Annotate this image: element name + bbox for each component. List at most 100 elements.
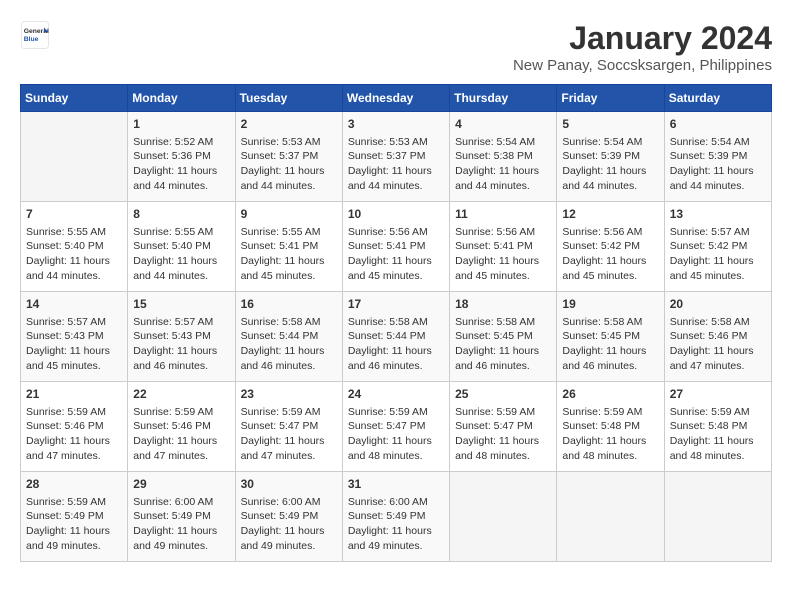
day-number: 23 — [241, 386, 337, 403]
sunset-label: Sunset: 5:36 PM — [133, 150, 211, 162]
title-block: January 2024 New Panay, Soccsksargen, Ph… — [513, 20, 772, 74]
daylight-label: Daylight: 11 hours and 49 minutes. — [241, 525, 325, 552]
calendar-cell: 3 Sunrise: 5:53 AM Sunset: 5:37 PM Dayli… — [342, 112, 449, 202]
calendar-cell: 22 Sunrise: 5:59 AM Sunset: 5:46 PM Dayl… — [128, 382, 235, 472]
sunset-label: Sunset: 5:40 PM — [133, 240, 211, 252]
daylight-label: Daylight: 11 hours and 47 minutes. — [241, 435, 325, 462]
daylight-label: Daylight: 11 hours and 44 minutes. — [26, 255, 110, 282]
sunrise-label: Sunrise: 5:55 AM — [133, 226, 213, 238]
sunrise-label: Sunrise: 5:57 AM — [26, 316, 106, 328]
calendar-cell: 16 Sunrise: 5:58 AM Sunset: 5:44 PM Dayl… — [235, 292, 342, 382]
day-number: 20 — [670, 296, 766, 313]
daylight-label: Daylight: 11 hours and 48 minutes. — [670, 435, 754, 462]
calendar-cell: 30 Sunrise: 6:00 AM Sunset: 5:49 PM Dayl… — [235, 472, 342, 562]
daylight-label: Daylight: 11 hours and 46 minutes. — [241, 345, 325, 372]
daylight-label: Daylight: 11 hours and 44 minutes. — [348, 165, 432, 192]
sunrise-label: Sunrise: 5:59 AM — [670, 406, 750, 418]
daylight-label: Daylight: 11 hours and 44 minutes. — [562, 165, 646, 192]
sunset-label: Sunset: 5:43 PM — [133, 330, 211, 342]
day-number: 3 — [348, 116, 444, 133]
weekday-header: Wednesday — [342, 85, 449, 112]
sunset-label: Sunset: 5:45 PM — [455, 330, 533, 342]
day-number: 11 — [455, 206, 551, 223]
daylight-label: Daylight: 11 hours and 44 minutes. — [133, 255, 217, 282]
calendar-week-row: 14 Sunrise: 5:57 AM Sunset: 5:43 PM Dayl… — [21, 292, 772, 382]
sunrise-label: Sunrise: 5:56 AM — [455, 226, 535, 238]
day-number: 21 — [26, 386, 122, 403]
calendar-cell — [557, 472, 664, 562]
day-number: 17 — [348, 296, 444, 313]
calendar-cell: 8 Sunrise: 5:55 AM Sunset: 5:40 PM Dayli… — [128, 202, 235, 292]
sunset-label: Sunset: 5:47 PM — [348, 420, 426, 432]
day-number: 22 — [133, 386, 229, 403]
daylight-label: Daylight: 11 hours and 44 minutes. — [670, 165, 754, 192]
sunrise-label: Sunrise: 5:53 AM — [241, 136, 321, 148]
calendar-cell: 11 Sunrise: 5:56 AM Sunset: 5:41 PM Dayl… — [450, 202, 557, 292]
sunset-label: Sunset: 5:42 PM — [670, 240, 748, 252]
calendar-cell: 2 Sunrise: 5:53 AM Sunset: 5:37 PM Dayli… — [235, 112, 342, 202]
calendar-cell: 29 Sunrise: 6:00 AM Sunset: 5:49 PM Dayl… — [128, 472, 235, 562]
day-number: 6 — [670, 116, 766, 133]
sunrise-label: Sunrise: 5:59 AM — [26, 406, 106, 418]
calendar-cell: 31 Sunrise: 6:00 AM Sunset: 5:49 PM Dayl… — [342, 472, 449, 562]
sunset-label: Sunset: 5:41 PM — [455, 240, 533, 252]
sunrise-label: Sunrise: 5:55 AM — [26, 226, 106, 238]
sunrise-label: Sunrise: 5:59 AM — [455, 406, 535, 418]
sunrise-label: Sunrise: 6:00 AM — [241, 496, 321, 508]
weekday-header: Monday — [128, 85, 235, 112]
day-number: 29 — [133, 476, 229, 493]
weekday-header: Tuesday — [235, 85, 342, 112]
calendar-cell: 17 Sunrise: 5:58 AM Sunset: 5:44 PM Dayl… — [342, 292, 449, 382]
calendar-header-row: SundayMondayTuesdayWednesdayThursdayFrid… — [21, 85, 772, 112]
sunset-label: Sunset: 5:41 PM — [241, 240, 319, 252]
subtitle: New Panay, Soccsksargen, Philippines — [513, 57, 772, 74]
sunset-label: Sunset: 5:37 PM — [241, 150, 319, 162]
daylight-label: Daylight: 11 hours and 48 minutes. — [348, 435, 432, 462]
sunset-label: Sunset: 5:41 PM — [348, 240, 426, 252]
logo-icon: General Blue — [20, 20, 50, 50]
sunrise-label: Sunrise: 6:00 AM — [348, 496, 428, 508]
day-number: 30 — [241, 476, 337, 493]
sunset-label: Sunset: 5:40 PM — [26, 240, 104, 252]
calendar-week-row: 1 Sunrise: 5:52 AM Sunset: 5:36 PM Dayli… — [21, 112, 772, 202]
day-number: 2 — [241, 116, 337, 133]
sunset-label: Sunset: 5:47 PM — [241, 420, 319, 432]
day-number: 4 — [455, 116, 551, 133]
weekday-header: Thursday — [450, 85, 557, 112]
sunrise-label: Sunrise: 5:59 AM — [26, 496, 106, 508]
day-number: 1 — [133, 116, 229, 133]
calendar-cell: 27 Sunrise: 5:59 AM Sunset: 5:48 PM Dayl… — [664, 382, 771, 472]
sunset-label: Sunset: 5:46 PM — [26, 420, 104, 432]
daylight-label: Daylight: 11 hours and 48 minutes. — [455, 435, 539, 462]
daylight-label: Daylight: 11 hours and 48 minutes. — [562, 435, 646, 462]
sunset-label: Sunset: 5:39 PM — [562, 150, 640, 162]
sunrise-label: Sunrise: 5:59 AM — [241, 406, 321, 418]
day-number: 18 — [455, 296, 551, 313]
sunset-label: Sunset: 5:44 PM — [348, 330, 426, 342]
sunrise-label: Sunrise: 6:00 AM — [133, 496, 213, 508]
sunset-label: Sunset: 5:43 PM — [26, 330, 104, 342]
sunset-label: Sunset: 5:39 PM — [670, 150, 748, 162]
calendar-cell: 7 Sunrise: 5:55 AM Sunset: 5:40 PM Dayli… — [21, 202, 128, 292]
sunset-label: Sunset: 5:42 PM — [562, 240, 640, 252]
calendar-cell: 13 Sunrise: 5:57 AM Sunset: 5:42 PM Dayl… — [664, 202, 771, 292]
daylight-label: Daylight: 11 hours and 45 minutes. — [241, 255, 325, 282]
calendar-cell: 23 Sunrise: 5:59 AM Sunset: 5:47 PM Dayl… — [235, 382, 342, 472]
daylight-label: Daylight: 11 hours and 45 minutes. — [670, 255, 754, 282]
calendar-cell: 24 Sunrise: 5:59 AM Sunset: 5:47 PM Dayl… — [342, 382, 449, 472]
calendar-week-row: 7 Sunrise: 5:55 AM Sunset: 5:40 PM Dayli… — [21, 202, 772, 292]
calendar-cell: 26 Sunrise: 5:59 AM Sunset: 5:48 PM Dayl… — [557, 382, 664, 472]
calendar-cell — [21, 112, 128, 202]
day-number: 5 — [562, 116, 658, 133]
day-number: 12 — [562, 206, 658, 223]
day-number: 13 — [670, 206, 766, 223]
calendar-cell — [664, 472, 771, 562]
daylight-label: Daylight: 11 hours and 49 minutes. — [133, 525, 217, 552]
sunrise-label: Sunrise: 5:56 AM — [348, 226, 428, 238]
day-number: 28 — [26, 476, 122, 493]
day-number: 16 — [241, 296, 337, 313]
day-number: 7 — [26, 206, 122, 223]
daylight-label: Daylight: 11 hours and 47 minutes. — [26, 435, 110, 462]
sunrise-label: Sunrise: 5:57 AM — [133, 316, 213, 328]
daylight-label: Daylight: 11 hours and 44 minutes. — [133, 165, 217, 192]
